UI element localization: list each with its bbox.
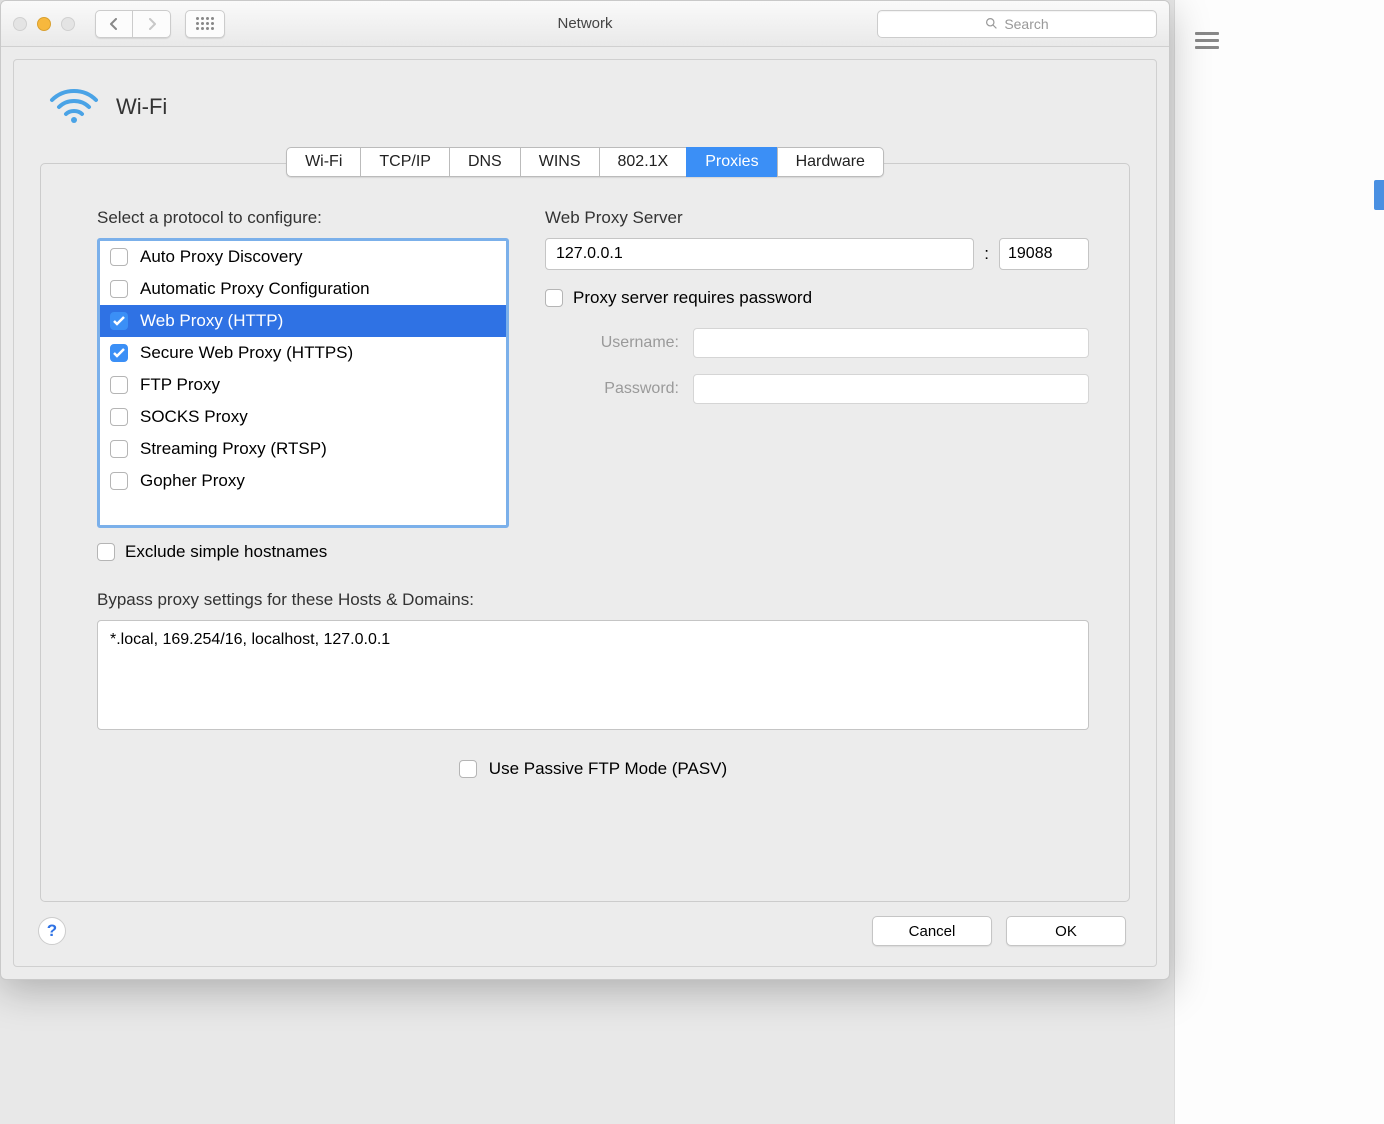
back-button[interactable] xyxy=(95,10,133,38)
hamburger-icon xyxy=(1195,32,1219,49)
protocol-checkbox[interactable] xyxy=(110,440,128,458)
password-input[interactable] xyxy=(693,374,1089,404)
proxy-port-input[interactable] xyxy=(999,238,1089,270)
protocol-checkbox[interactable] xyxy=(110,472,128,490)
page-title: Wi-Fi xyxy=(116,94,167,120)
tab-group: Wi-Fi TCP/IP DNS WINS 802.1X Proxies Har… xyxy=(286,147,884,177)
traffic-lights xyxy=(13,17,75,31)
requires-password-checkbox[interactable] xyxy=(545,289,563,307)
bypass-textarea[interactable]: *.local, 169.254/16, localhost, 127.0.0.… xyxy=(97,620,1089,730)
protocol-row[interactable]: Web Proxy (HTTP) xyxy=(100,305,506,337)
proxies-pane: Select a protocol to configure: Auto Pro… xyxy=(40,163,1130,902)
protocol-label: Auto Proxy Discovery xyxy=(140,247,303,267)
protocol-label: Automatic Proxy Configuration xyxy=(140,279,370,299)
background-tab-indicator xyxy=(1374,180,1384,210)
protocol-list[interactable]: Auto Proxy Discovery Automatic Proxy Conf… xyxy=(97,238,509,528)
bypass-label: Bypass proxy settings for these Hosts & … xyxy=(97,590,1089,610)
host-port-separator: : xyxy=(984,244,989,264)
protocol-label: Gopher Proxy xyxy=(140,471,245,491)
exclude-simple-hostnames-label: Exclude simple hostnames xyxy=(125,542,327,562)
protocol-checkbox[interactable] xyxy=(110,408,128,426)
protocol-checkbox[interactable] xyxy=(110,344,128,362)
tab-dns[interactable]: DNS xyxy=(449,147,521,177)
ok-button[interactable]: OK xyxy=(1006,916,1126,946)
passive-ftp-checkbox[interactable] xyxy=(459,760,477,778)
proxy-host-input[interactable] xyxy=(545,238,974,270)
titlebar: Network Search xyxy=(1,1,1169,47)
protocol-checkbox[interactable] xyxy=(110,312,128,330)
tab-hardware[interactable]: Hardware xyxy=(777,147,884,177)
minimize-window-button[interactable] xyxy=(37,17,51,31)
cancel-button[interactable]: Cancel xyxy=(872,916,992,946)
show-all-button[interactable] xyxy=(185,10,225,38)
help-button[interactable]: ? xyxy=(38,917,66,945)
username-label: Username: xyxy=(569,334,679,352)
forward-button[interactable] xyxy=(133,10,171,38)
protocol-row[interactable]: Secure Web Proxy (HTTPS) xyxy=(100,337,506,369)
protocol-label: SOCKS Proxy xyxy=(140,407,248,427)
proxy-server-label: Web Proxy Server xyxy=(545,208,1089,228)
protocol-row[interactable]: Gopher Proxy xyxy=(100,465,506,497)
wifi-icon xyxy=(48,84,100,129)
protocol-row[interactable]: Automatic Proxy Configuration xyxy=(100,273,506,305)
protocol-list-label: Select a protocol to configure: xyxy=(97,208,509,228)
background-panel xyxy=(1174,0,1384,1124)
password-label: Password: xyxy=(569,380,679,398)
protocol-label: Streaming Proxy (RTSP) xyxy=(140,439,327,459)
zoom-window-button[interactable] xyxy=(61,17,75,31)
search-input[interactable]: Search xyxy=(877,10,1157,38)
tab-proxies[interactable]: Proxies xyxy=(686,147,777,177)
protocol-checkbox[interactable] xyxy=(110,376,128,394)
tab-tcpip[interactable]: TCP/IP xyxy=(360,147,450,177)
search-icon xyxy=(985,17,998,30)
username-input[interactable] xyxy=(693,328,1089,358)
protocol-row[interactable]: Streaming Proxy (RTSP) xyxy=(100,433,506,465)
exclude-simple-hostnames-checkbox[interactable] xyxy=(97,543,115,561)
protocol-row[interactable]: FTP Proxy xyxy=(100,369,506,401)
protocol-row[interactable]: Auto Proxy Discovery xyxy=(100,241,506,273)
protocol-label: FTP Proxy xyxy=(140,375,220,395)
tab-wifi[interactable]: Wi-Fi xyxy=(286,147,361,177)
settings-sheet: Wi-Fi Wi-Fi TCP/IP DNS WINS 802.1X Proxi… xyxy=(13,59,1157,967)
protocol-checkbox[interactable] xyxy=(110,248,128,266)
network-preferences-window: Network Search Wi-Fi xyxy=(0,0,1170,980)
search-placeholder: Search xyxy=(1004,16,1048,32)
passive-ftp-label: Use Passive FTP Mode (PASV) xyxy=(489,759,727,779)
protocol-checkbox[interactable] xyxy=(110,280,128,298)
tab-wins[interactable]: WINS xyxy=(520,147,600,177)
close-window-button[interactable] xyxy=(13,17,27,31)
requires-password-label: Proxy server requires password xyxy=(573,288,812,308)
protocol-label: Web Proxy (HTTP) xyxy=(140,311,283,331)
tab-8021x[interactable]: 802.1X xyxy=(599,147,688,177)
window-title: Network xyxy=(557,15,612,32)
protocol-row[interactable]: SOCKS Proxy xyxy=(100,401,506,433)
protocol-label: Secure Web Proxy (HTTPS) xyxy=(140,343,353,363)
